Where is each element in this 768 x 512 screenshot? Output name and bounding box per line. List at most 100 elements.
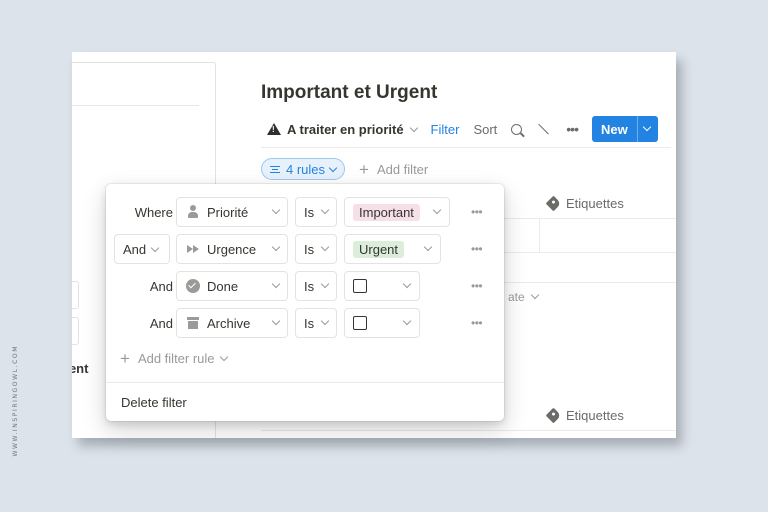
fast-forward-icon — [186, 242, 200, 256]
rule-more-icon[interactable]: ••• — [471, 242, 483, 256]
person-icon — [186, 205, 200, 219]
rule-conjunction-select[interactable]: And — [114, 234, 170, 264]
chevron-down-icon — [409, 123, 418, 132]
filter-rule: Where Priorité Is Important ••• — [114, 197, 496, 227]
toolbar: A traiter en priorité Filter Sort ••• Ne… — [267, 116, 669, 142]
rule-operator-label: Is — [304, 241, 315, 257]
rule-more-icon[interactable]: ••• — [471, 205, 483, 219]
add-filter-button[interactable]: + Add filter — [359, 161, 428, 178]
column-header-etiquettes[interactable]: Etiquettes — [545, 195, 624, 212]
page-title: Important et Urgent — [261, 82, 438, 103]
rule-more-icon[interactable]: ••• — [471, 316, 483, 330]
value-badge: Urgent — [353, 240, 405, 258]
chevron-down-icon — [150, 243, 160, 252]
chevron-down-icon — [432, 205, 442, 215]
chevron-down-icon — [219, 352, 228, 362]
table-line — [502, 218, 676, 219]
chevron-down-icon — [271, 279, 281, 289]
rule-conjunction: Where — [134, 204, 173, 220]
watermark: WWW.INSPIRINGOWL.COM — [12, 345, 19, 457]
rule-value-select[interactable] — [344, 271, 420, 301]
rule-field-select[interactable]: Priorité — [176, 197, 288, 227]
rules-pill[interactable]: 4 rules — [261, 158, 346, 180]
chevron-down-icon — [402, 316, 412, 326]
rule-operator-label: Is — [304, 204, 315, 220]
rules-pill-label: 4 rules — [286, 161, 326, 177]
add-filter-label: Add filter — [376, 162, 429, 177]
rule-conjunction-label: And — [123, 241, 147, 257]
search-icon[interactable] — [511, 123, 523, 135]
rule-operator-label: Is — [304, 315, 315, 331]
column-header-label: Etiquettes — [566, 196, 624, 211]
checkbox[interactable] — [353, 279, 367, 293]
plus-icon: + — [120, 349, 130, 368]
add-filter-rule-button[interactable]: + Add filter rule — [120, 350, 233, 367]
tag-icon — [545, 407, 562, 424]
chevron-down-icon — [423, 242, 433, 252]
rule-field-select[interactable]: Done — [176, 271, 288, 301]
table-line — [539, 218, 540, 252]
filter-button[interactable]: Filter — [431, 122, 460, 137]
filter-rule: And Done Is ••• — [114, 271, 496, 301]
plus-icon: + — [359, 160, 369, 179]
sort-button[interactable]: Sort — [473, 122, 497, 137]
popup-divider — [106, 382, 504, 383]
chevron-down-icon — [320, 316, 330, 326]
rule-operator-label: Is — [304, 278, 315, 294]
value-badge: Important — [353, 203, 420, 221]
delete-filter-button[interactable]: Delete filter — [121, 395, 187, 410]
rule-field-label: Done — [207, 278, 239, 294]
rule-value-select[interactable]: Urgent — [344, 234, 441, 264]
chevron-down-icon — [320, 279, 330, 289]
rule-more-icon[interactable]: ••• — [471, 279, 483, 293]
rule-conjunction: And — [149, 315, 173, 331]
table-line — [502, 282, 676, 283]
rule-operator-select[interactable]: Is — [295, 197, 337, 227]
chevron-down-icon — [271, 242, 281, 252]
filter-rule: And Urgence Is Urgent ••• — [114, 234, 496, 264]
filter-popup: Where Priorité Is Important ••• And Urge… — [106, 184, 504, 421]
new-dropdown-icon[interactable] — [638, 116, 658, 142]
chevron-down-icon — [271, 205, 281, 215]
rule-field-label: Urgence — [207, 241, 257, 257]
chevron-down-icon — [320, 242, 330, 252]
rule-value-select[interactable] — [344, 308, 420, 338]
expand-icon[interactable] — [538, 123, 550, 135]
warning-icon — [267, 123, 281, 135]
new-button[interactable]: New — [592, 116, 658, 142]
rule-operator-select[interactable]: Is — [295, 234, 337, 264]
rule-field-select[interactable]: Archive — [176, 308, 288, 338]
chevron-down-icon — [328, 163, 338, 172]
chevron-down-icon — [271, 316, 281, 326]
rule-field-label: Archive — [207, 315, 251, 331]
left-panel-box — [72, 317, 79, 345]
table-line — [502, 252, 676, 253]
table-cell-text: ate — [508, 290, 544, 304]
column-header-label: Etiquettes — [566, 408, 624, 423]
left-panel-text: gent — [72, 361, 89, 376]
filter-lines-icon — [270, 165, 280, 173]
more-icon[interactable]: ••• — [566, 121, 579, 137]
rule-field-select[interactable]: Urgence — [176, 234, 288, 264]
filter-rule: And Archive Is ••• — [114, 308, 496, 338]
checkbox[interactable] — [353, 316, 367, 330]
view-selector[interactable]: A traiter en priorité — [267, 122, 423, 137]
rule-conjunction: And — [149, 278, 173, 294]
left-panel-divider — [72, 105, 199, 106]
new-button-label: New — [601, 121, 628, 137]
chevron-down-icon — [402, 279, 412, 289]
left-panel-box — [72, 281, 79, 309]
chevron-down-icon — [320, 205, 330, 215]
column-header-etiquettes[interactable]: Etiquettes — [545, 407, 624, 424]
rule-field-label: Priorité — [207, 204, 249, 220]
toolbar-divider — [261, 147, 671, 148]
tag-icon — [545, 195, 562, 212]
check-circle-icon — [186, 279, 200, 293]
table-line — [261, 430, 676, 431]
add-filter-rule-label: Add filter rule — [137, 351, 215, 366]
rule-operator-select[interactable]: Is — [295, 308, 337, 338]
rule-value-select[interactable]: Important — [344, 197, 450, 227]
archive-icon — [186, 316, 200, 330]
rule-operator-select[interactable]: Is — [295, 271, 337, 301]
view-name-label: A traiter en priorité — [287, 121, 404, 137]
